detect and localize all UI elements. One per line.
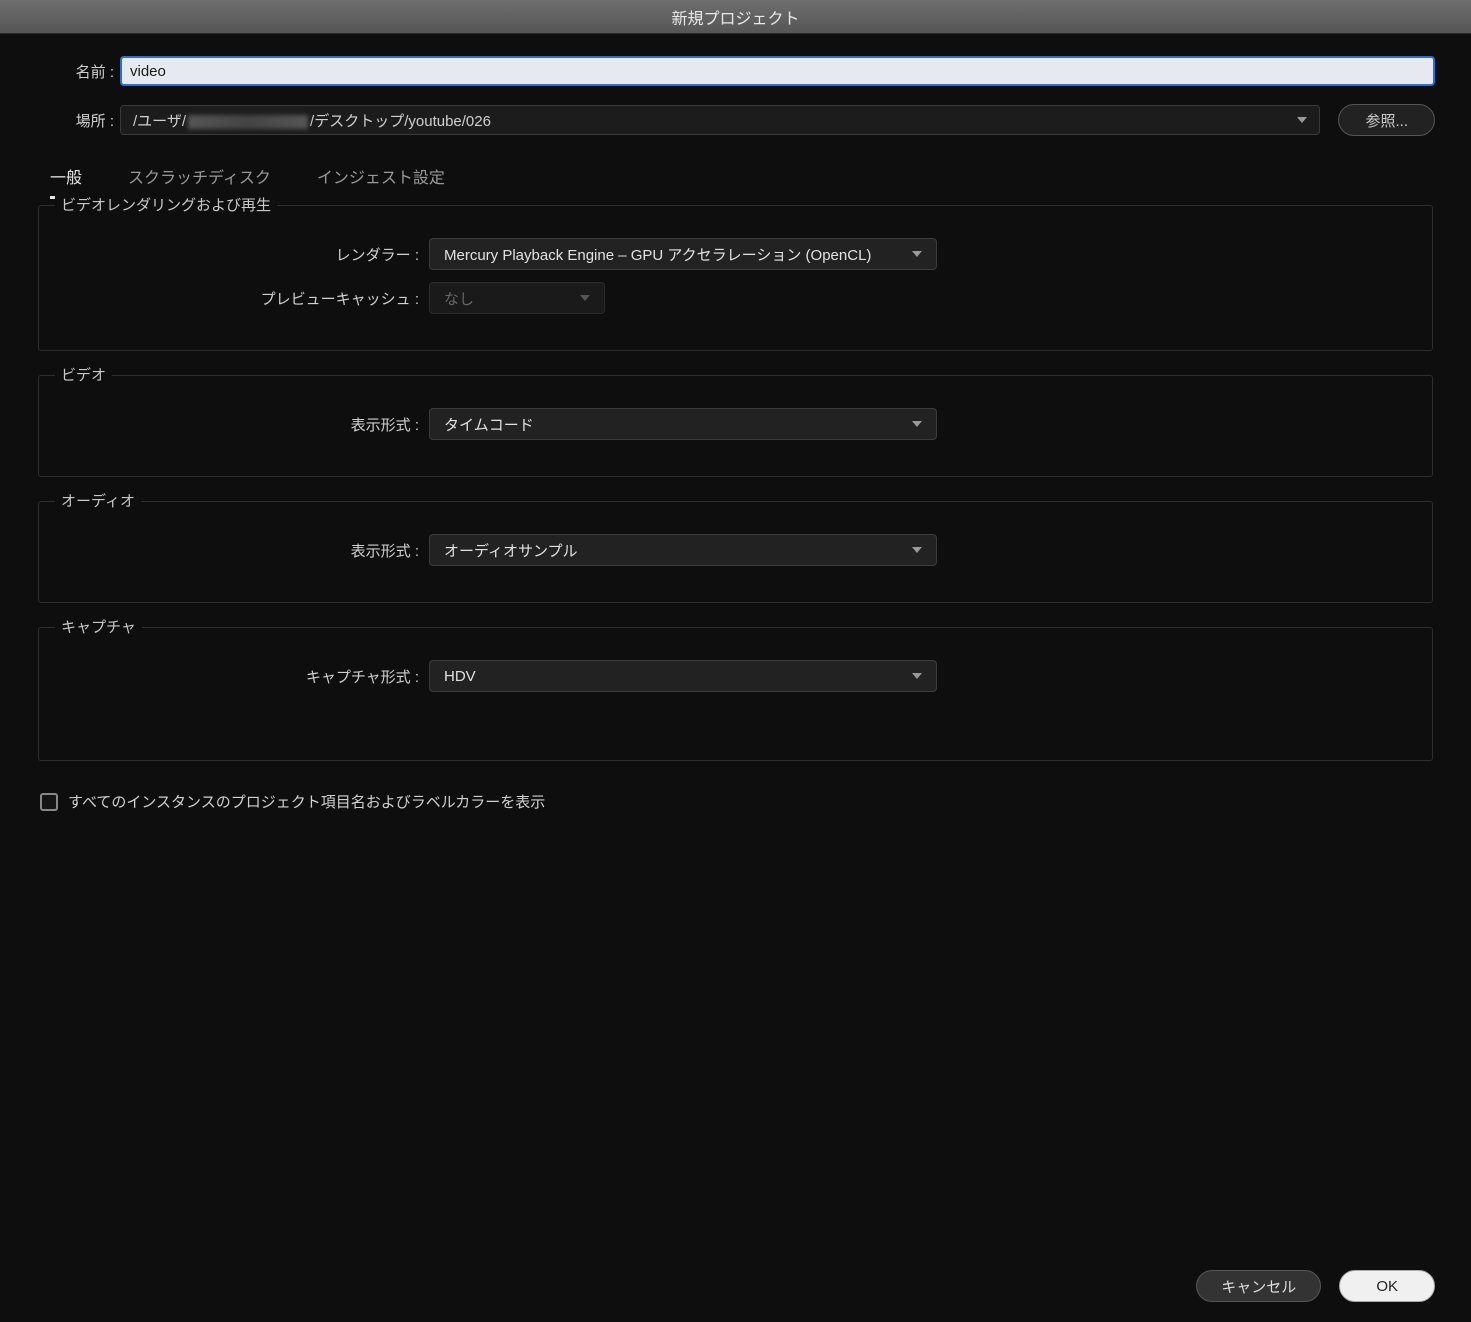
tab-ingest-settings[interactable]: インジェスト設定 bbox=[317, 164, 445, 199]
video-legend: ビデオ bbox=[55, 364, 112, 385]
render-playback-group: ビデオレンダリングおよび再生 レンダラー : Mercury Playback … bbox=[38, 205, 1433, 351]
location-row: 場所 : /ユーザ//デスクトップ/youtube/026 参照... bbox=[36, 104, 1435, 136]
video-display-row: 表示形式 : タイムコード bbox=[67, 408, 1404, 440]
audio-display-label: 表示形式 : bbox=[67, 540, 419, 561]
video-group: ビデオ 表示形式 : タイムコード bbox=[38, 375, 1433, 477]
render-legend: ビデオレンダリングおよび再生 bbox=[55, 194, 277, 215]
capture-format-dropdown[interactable]: HDV bbox=[429, 660, 937, 692]
video-display-dropdown[interactable]: タイムコード bbox=[429, 408, 937, 440]
show-instances-row[interactable]: すべてのインスタンスのプロジェクト項目名およびラベルカラーを表示 bbox=[38, 785, 1433, 818]
video-display-label: 表示形式 : bbox=[67, 414, 419, 435]
titlebar: 新規プロジェクト bbox=[0, 0, 1471, 34]
chevron-down-icon bbox=[912, 547, 922, 553]
chevron-down-icon bbox=[912, 421, 922, 427]
redacted-segment bbox=[188, 115, 308, 129]
dialog-content: 名前 : 場所 : /ユーザ//デスクトップ/youtube/026 参照...… bbox=[0, 34, 1471, 818]
capture-group: キャプチャ キャプチャ形式 : HDV bbox=[38, 627, 1433, 761]
window-title: 新規プロジェクト bbox=[671, 5, 799, 29]
ok-button[interactable]: OK bbox=[1339, 1270, 1435, 1302]
tab-bar: 一般 スクラッチディスク インジェスト設定 bbox=[36, 154, 1435, 199]
audio-group: オーディオ 表示形式 : オーディオサンプル bbox=[38, 501, 1433, 603]
name-label: 名前 : bbox=[36, 61, 114, 82]
preview-cache-label: プレビューキャッシュ : bbox=[67, 288, 419, 309]
cancel-button[interactable]: キャンセル bbox=[1196, 1270, 1321, 1302]
location-dropdown[interactable]: /ユーザ//デスクトップ/youtube/026 bbox=[120, 105, 1320, 135]
capture-format-row: キャプチャ形式 : HDV bbox=[67, 660, 1404, 692]
general-panel: ビデオレンダリングおよび再生 レンダラー : Mercury Playback … bbox=[36, 205, 1435, 818]
renderer-label: レンダラー : bbox=[67, 244, 419, 265]
audio-display-row: 表示形式 : オーディオサンプル bbox=[67, 534, 1404, 566]
show-instances-label: すべてのインスタンスのプロジェクト項目名およびラベルカラーを表示 bbox=[68, 791, 545, 812]
audio-legend: オーディオ bbox=[55, 490, 141, 511]
audio-display-dropdown[interactable]: オーディオサンプル bbox=[429, 534, 937, 566]
chevron-down-icon bbox=[1297, 117, 1307, 123]
show-instances-checkbox[interactable] bbox=[40, 793, 58, 811]
chevron-down-icon bbox=[912, 251, 922, 257]
location-label: 場所 : bbox=[36, 110, 114, 131]
renderer-dropdown[interactable]: Mercury Playback Engine – GPU アクセラレーション … bbox=[429, 238, 937, 270]
name-input[interactable] bbox=[120, 56, 1435, 86]
renderer-row: レンダラー : Mercury Playback Engine – GPU アク… bbox=[67, 238, 1404, 270]
chevron-down-icon bbox=[580, 295, 590, 301]
name-row: 名前 : bbox=[36, 56, 1435, 86]
chevron-down-icon bbox=[912, 673, 922, 679]
capture-legend: キャプチャ bbox=[55, 616, 142, 637]
dialog-footer: キャンセル OK bbox=[1196, 1270, 1435, 1302]
capture-format-label: キャプチャ形式 : bbox=[67, 666, 419, 687]
location-path: /ユーザ//デスクトップ/youtube/026 bbox=[133, 110, 491, 131]
browse-button[interactable]: 参照... bbox=[1338, 104, 1435, 136]
preview-cache-dropdown: なし bbox=[429, 282, 605, 314]
preview-cache-row: プレビューキャッシュ : なし bbox=[67, 282, 1404, 314]
